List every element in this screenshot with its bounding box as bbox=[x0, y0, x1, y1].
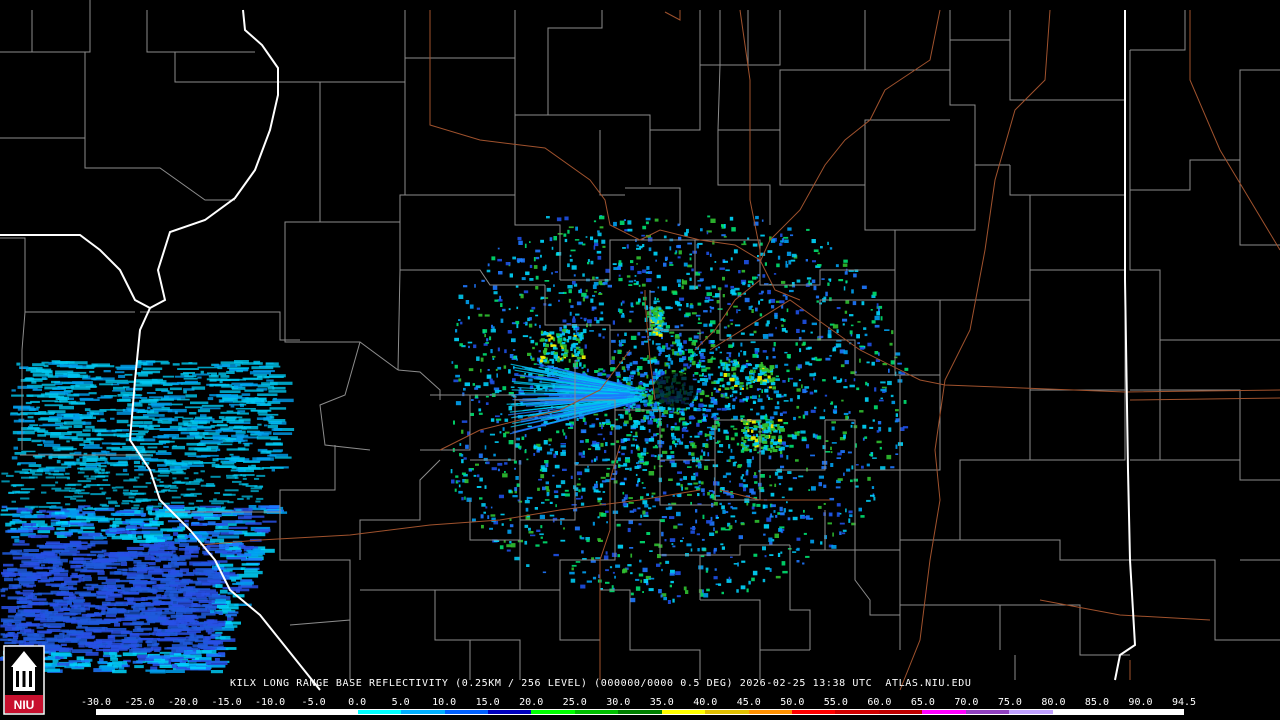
logo-text: NIU bbox=[14, 698, 35, 712]
scale-tick-label: 65.0 bbox=[910, 697, 935, 708]
colorbar-segment bbox=[835, 710, 879, 714]
scale-tick-label: -25.0 bbox=[124, 697, 155, 708]
scale-tick-label: 30.0 bbox=[606, 697, 631, 708]
colorbar-segment bbox=[922, 710, 966, 714]
scale-tick-label: 50.0 bbox=[780, 697, 805, 708]
colorbar-segment bbox=[401, 710, 445, 714]
colorbar-segment bbox=[965, 710, 1010, 714]
scale-tick-label: -20.0 bbox=[167, 697, 199, 708]
scale-tick-label: 5.0 bbox=[391, 697, 410, 708]
colorbar-segment bbox=[140, 710, 184, 714]
colorbar-segment bbox=[444, 710, 488, 714]
colorbar-segment bbox=[1052, 710, 1097, 714]
radar-map bbox=[0, 0, 1280, 691]
colorbar-segment bbox=[574, 710, 619, 714]
scale-tick-label: 15.0 bbox=[475, 697, 500, 708]
scale-tick-label: 75.0 bbox=[997, 697, 1022, 708]
colorbar-segment bbox=[270, 710, 315, 714]
scale-tick-label: 90.0 bbox=[1128, 697, 1153, 708]
niu-logo: NIU bbox=[3, 645, 45, 715]
scale-tick-label: -5.0 bbox=[301, 697, 326, 708]
colorbar-segment bbox=[487, 710, 532, 714]
scale-tick-label: 55.0 bbox=[823, 697, 848, 708]
colorbar-segment bbox=[878, 710, 923, 714]
colorbar-segment bbox=[183, 710, 228, 714]
colorbar-segment bbox=[314, 710, 358, 714]
colorbar-segment bbox=[792, 710, 836, 714]
scale-tick-label: 85.0 bbox=[1084, 697, 1109, 708]
colorbar-segment bbox=[618, 710, 662, 714]
scale-tick-label: 25.0 bbox=[562, 697, 587, 708]
colorbar-segment bbox=[357, 710, 402, 714]
scale-tick-label: 20.0 bbox=[519, 697, 544, 708]
colorbar-segment bbox=[1096, 710, 1140, 714]
colorbar-segment bbox=[748, 710, 792, 714]
scale-tick-label: 0.0 bbox=[348, 697, 367, 708]
scale-tick-label: 70.0 bbox=[954, 697, 979, 708]
scale-tick-label: 10.0 bbox=[432, 697, 457, 708]
colorbar-segment bbox=[705, 710, 749, 714]
scale-tick-label: 80.0 bbox=[1041, 697, 1066, 708]
radar-map-display: KILX LONG RANGE BASE REFLECTIVITY (0.25K… bbox=[0, 0, 1280, 720]
product-label: KILX LONG RANGE BASE REFLECTIVITY (0.25K… bbox=[230, 678, 972, 689]
colorbar-segment bbox=[97, 710, 141, 714]
colorbar-segment bbox=[227, 710, 271, 714]
reflectivity-colorbar bbox=[96, 709, 1184, 715]
scale-tick-label: 60.0 bbox=[867, 697, 892, 708]
reflectivity-scale-labels: -30.0 -25.0 -20.0 -15.0 -10.0 -5.0 0.0 5.0 10.0 1… bbox=[81, 697, 1197, 708]
colorbar-segment bbox=[1009, 710, 1053, 714]
highway-lines bbox=[199, 9, 1280, 691]
scale-tick-label: 45.0 bbox=[736, 697, 761, 708]
scale-tick-label: -15.0 bbox=[211, 697, 242, 708]
scale-tick-label: -30.0 bbox=[80, 697, 112, 708]
scale-tick-label: 35.0 bbox=[649, 697, 674, 708]
scale-tick-label: -10.0 bbox=[255, 697, 286, 708]
scale-tick-label: 94.5 bbox=[1171, 697, 1197, 708]
scale-tick-label: 40.0 bbox=[693, 697, 718, 708]
colorbar-segment bbox=[1139, 710, 1183, 714]
colorbar-segment bbox=[661, 710, 706, 714]
county-boundaries bbox=[0, 0, 1280, 680]
colorbar-segment bbox=[531, 710, 575, 714]
